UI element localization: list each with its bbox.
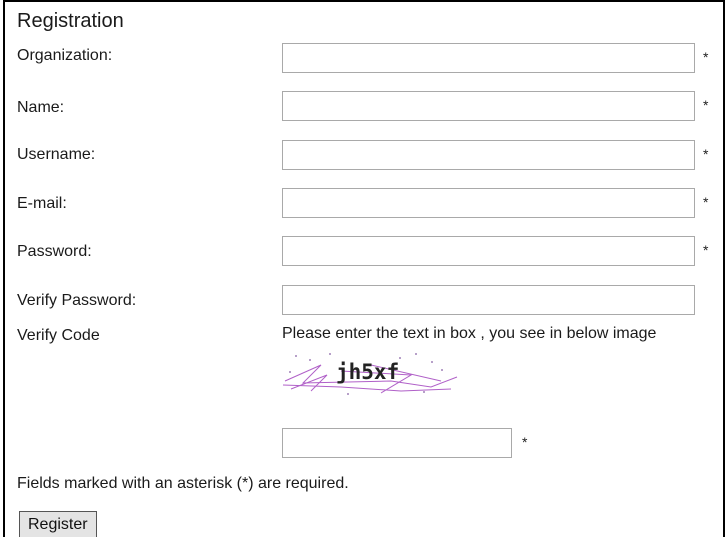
username-label: Username: bbox=[17, 146, 96, 163]
required-marker: * bbox=[703, 146, 709, 162]
email-label: E-mail: bbox=[17, 195, 67, 212]
page-title: Registration bbox=[17, 10, 124, 32]
required-marker: * bbox=[703, 194, 709, 210]
verify-code-label: Verify Code bbox=[17, 327, 100, 344]
required-marker: * bbox=[703, 49, 709, 65]
required-fields-note: Fields marked with an asterisk (*) are r… bbox=[17, 475, 349, 492]
required-marker: * bbox=[522, 434, 528, 450]
password-label: Password: bbox=[17, 243, 92, 260]
password-input[interactable] bbox=[282, 236, 695, 266]
captcha-image: jh5xf bbox=[282, 353, 458, 395]
username-input[interactable] bbox=[282, 140, 695, 170]
captcha-hint: Please enter the text in box , you see i… bbox=[282, 325, 657, 342]
organization-label: Organization: bbox=[17, 47, 113, 64]
verify-password-label: Verify Password: bbox=[17, 292, 137, 309]
email-input[interactable] bbox=[282, 188, 695, 218]
organization-input[interactable] bbox=[282, 43, 695, 73]
name-input[interactable] bbox=[282, 91, 695, 121]
required-marker: * bbox=[703, 97, 709, 113]
verify-code-input[interactable] bbox=[282, 428, 512, 458]
captcha-text: jh5xf bbox=[336, 360, 399, 384]
name-label: Name: bbox=[17, 99, 65, 116]
required-marker: * bbox=[703, 242, 709, 258]
verify-password-input[interactable] bbox=[282, 285, 695, 315]
register-button[interactable]: Register bbox=[19, 511, 97, 537]
